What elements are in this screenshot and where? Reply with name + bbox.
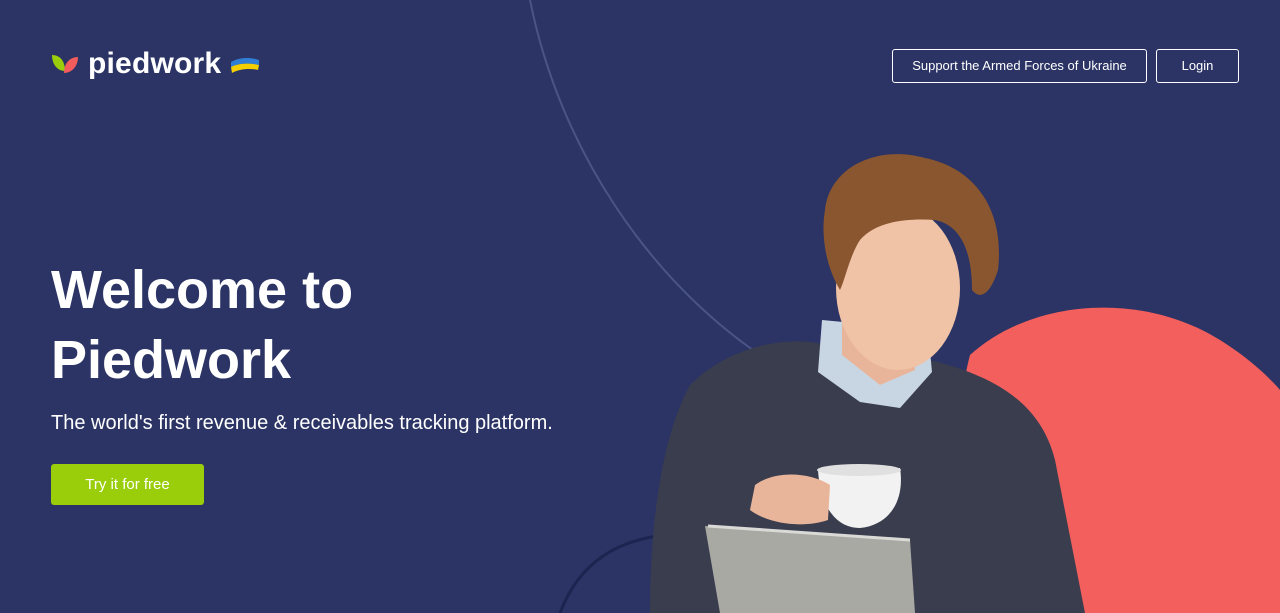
brand-name: piedwork: [88, 47, 222, 80]
hero-subtitle: The world's first revenue & receivables …: [51, 412, 553, 434]
site-header: piedwork Support the Armed Forces of Ukr…: [0, 0, 1280, 120]
person-hand: [750, 474, 830, 525]
man-with-coffee-and-tablet-photo: [650, 154, 1280, 613]
brand-logo[interactable]: piedwork: [50, 46, 261, 82]
hero-title-line-1: Welcome to: [51, 260, 354, 320]
ukraine-flag-icon: [231, 57, 260, 73]
support-ukraine-button[interactable]: Support the Armed Forces of Ukraine: [892, 49, 1147, 83]
hero-title-line-2: Piedwork: [51, 330, 292, 390]
hero-title: Welcome to Piedwork: [51, 255, 611, 395]
try-for-free-button[interactable]: Try it for free: [51, 464, 204, 505]
leaf-logo-icon: [52, 55, 78, 73]
login-button[interactable]: Login: [1156, 49, 1239, 83]
